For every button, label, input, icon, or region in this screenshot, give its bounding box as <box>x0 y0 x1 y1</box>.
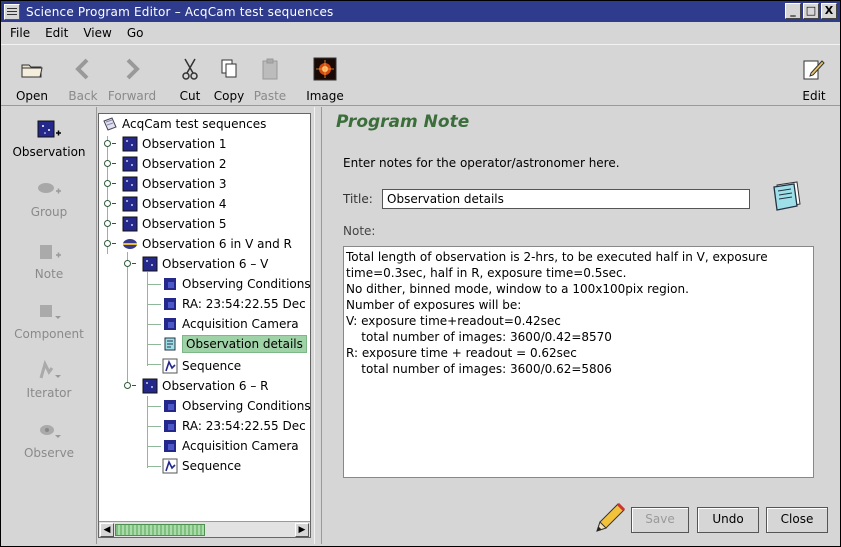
arrow-right-icon <box>126 58 140 80</box>
scissors-icon <box>182 58 198 80</box>
tree-item-observation-1[interactable]: Observation 1 <box>122 135 227 153</box>
forward-button[interactable]: Forward <box>107 55 157 103</box>
group-add-icon <box>38 183 61 194</box>
program-icon <box>103 117 117 131</box>
add-observe-button[interactable]: Observe <box>1 418 97 460</box>
menu-go[interactable]: Go <box>118 26 150 40</box>
observe-dropdown-icon <box>40 425 61 438</box>
menu-edit[interactable]: Edit <box>36 26 74 40</box>
toolbar: Open Back Forward Cut Copy Paste Image E… <box>1 44 840 106</box>
component-icon <box>164 278 176 290</box>
close-button[interactable]: Close <box>766 507 828 533</box>
component-icon <box>164 298 176 310</box>
minimize-button[interactable]: _ <box>785 3 801 19</box>
observation-add-icon <box>37 120 61 138</box>
observation-icon <box>122 176 138 192</box>
edit-button[interactable]: Edit <box>789 55 839 103</box>
edit-pencil-icon <box>803 60 825 80</box>
observation-icon <box>142 378 158 394</box>
menu-file[interactable]: File <box>1 26 36 40</box>
observation-icon <box>122 196 138 212</box>
maximize-button[interactable]: □ <box>803 3 819 19</box>
arrow-left-icon <box>75 58 89 80</box>
save-button[interactable]: Save <box>631 507 689 533</box>
component-icon <box>164 420 176 432</box>
tree-item-sequence-r[interactable]: Sequence <box>162 457 241 475</box>
component-icon <box>164 400 176 412</box>
add-component-button[interactable]: Component <box>1 299 97 341</box>
program-tree[interactable]: AcqCam test sequences Observation 1 Obse… <box>98 113 311 538</box>
observation-icon <box>142 256 158 272</box>
component-icon <box>164 440 176 452</box>
tree-item-observing-conditions-r[interactable]: Observing Conditions <box>162 397 310 415</box>
add-observation-button[interactable]: Observation <box>1 117 97 159</box>
tree-item-observation-6-v[interactable]: Observation 6 – V <box>142 255 268 273</box>
tree-item-target[interactable]: RA: 23:54:22.55 Dec <box>162 295 306 313</box>
tree-item-observation-2[interactable]: Observation 2 <box>122 155 227 173</box>
menu-bar: File Edit View Go <box>1 23 149 43</box>
folder-icon <box>21 64 43 78</box>
add-group-button[interactable]: Group <box>1 177 97 219</box>
clipboard-icon <box>262 58 278 80</box>
star-image-icon <box>313 57 337 81</box>
panel-splitter[interactable] <box>314 107 322 544</box>
observation-icon <box>122 216 138 232</box>
menu-view[interactable]: View <box>74 26 117 40</box>
component-icon <box>164 318 176 330</box>
tree-item-observation-5[interactable]: Observation 5 <box>122 215 227 233</box>
sequence-icon <box>162 358 178 374</box>
tree-item-acquisition-camera[interactable]: Acquisition Camera <box>162 315 299 333</box>
tree-item-observation-3[interactable]: Observation 3 <box>122 175 227 193</box>
paste-button[interactable]: Paste <box>245 55 295 103</box>
note-textarea[interactable]: Total length of observation is 2-hrs, to… <box>343 246 814 478</box>
tree-item-observing-conditions[interactable]: Observing Conditions <box>162 275 310 293</box>
observation-icon <box>122 156 138 172</box>
add-iterator-button[interactable]: Iterator <box>1 358 97 400</box>
title-bar: Science Program Editor – AcqCam test seq… <box>1 1 840 22</box>
program-note-editor: Program Note Enter notes for the operato… <box>323 107 840 544</box>
group-icon <box>123 239 137 249</box>
instructions-text: Enter notes for the operator/astronomer … <box>343 156 620 170</box>
tree-item-observation-6-r[interactable]: Observation 6 – R <box>142 377 269 395</box>
note-icon <box>771 179 805 216</box>
app-window: Science Program Editor – AcqCam test seq… <box>0 0 841 547</box>
note-add-icon <box>40 245 61 259</box>
scroll-thumb[interactable] <box>115 524 205 536</box>
tree-root[interactable]: AcqCam test sequences <box>102 115 266 133</box>
tree-item-target-r[interactable]: RA: 23:54:22.55 Dec <box>162 417 306 435</box>
tree-item-acquisition-camera-r[interactable]: Acquisition Camera <box>162 437 299 455</box>
undo-button[interactable]: Undo <box>697 507 759 533</box>
iterator-dropdown-icon <box>39 360 61 379</box>
component-palette: Observation Group Note Component Iterato… <box>1 107 97 544</box>
scroll-left-icon[interactable]: ◀ <box>100 523 114 537</box>
window-title: Science Program Editor – AcqCam test seq… <box>26 4 334 19</box>
close-window-button[interactable]: X <box>821 3 837 19</box>
tree-item-observation-4[interactable]: Observation 4 <box>122 195 227 213</box>
image-button[interactable]: Image <box>300 55 350 103</box>
component-dropdown-icon <box>40 305 61 319</box>
open-button[interactable]: Open <box>7 55 57 103</box>
title-label: Title: <box>343 192 373 206</box>
note-icon <box>164 337 176 351</box>
system-menu-icon[interactable] <box>4 3 20 20</box>
observation-icon <box>122 136 138 152</box>
copy-icon <box>221 59 237 78</box>
title-input[interactable] <box>382 189 750 209</box>
pencil-icon <box>593 501 627 538</box>
tree-item-sequence[interactable]: Sequence <box>162 357 241 375</box>
tree-item-observation-details[interactable]: Observation details <box>162 335 307 353</box>
add-note-button[interactable]: Note <box>1 239 97 281</box>
sequence-icon <box>162 458 178 474</box>
page-title: Program Note <box>336 112 470 132</box>
tree-horizontal-scrollbar[interactable]: ◀ ▶ <box>99 521 310 537</box>
back-button[interactable]: Back <box>58 55 108 103</box>
tree-item-observation-group[interactable]: Observation 6 in V and R <box>122 235 292 253</box>
note-label: Note: <box>343 224 376 238</box>
scroll-right-icon[interactable]: ▶ <box>295 523 309 537</box>
